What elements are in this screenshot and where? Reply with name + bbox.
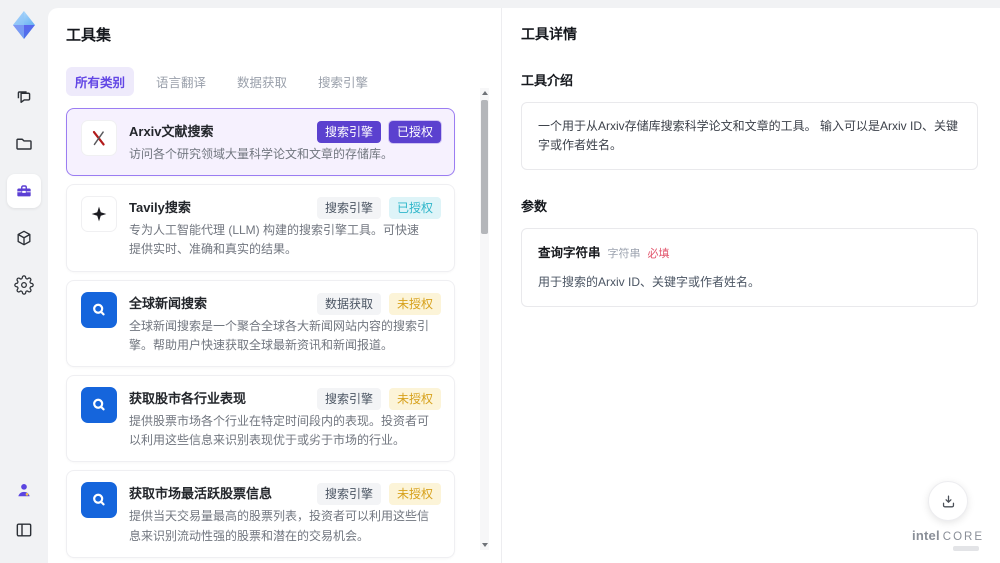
user-avatar-button[interactable] [7,473,41,507]
main-content: 工具集 所有类别 语言翻译 数据获取 搜索引擎 Arxiv文献搜索 访问各个研究… [48,8,1000,563]
user-icon [17,484,30,497]
param-name: 查询字符串 [538,246,601,261]
tools-panel: 工具集 所有类别 语言翻译 数据获取 搜索引擎 Arxiv文献搜索 访问各个研究… [48,8,502,563]
arxiv-logo-icon [81,120,117,156]
cube-icon [17,230,31,246]
tab-data-acquisition[interactable]: 数据获取 [228,67,296,96]
tool-card-tavily[interactable]: Tavily搜索 专为人工智能代理 (LLM) 构建的搜索引擎工具。可快速提供实… [66,184,455,272]
tool-description: 全球新闻搜索是一个聚合全球各大新闻网站内容的搜索引擎。帮助用户快速获取全球最新资… [129,318,430,352]
intro-text: 一个用于从Arxiv存储库搜索科学论文和文章的工具。 输入可以是Arxiv ID… [538,119,959,153]
nav-chat-button[interactable] [7,80,41,114]
toolbox-icon [16,185,31,197]
intro-heading: 工具介绍 [521,73,574,88]
folder-icon [15,138,32,150]
tool-description: 访问各个研究领域大量科学论文和文章的存储库。 [129,147,394,161]
collapse-sidebar-button[interactable] [7,513,41,547]
scrollbar-thumb[interactable] [481,100,488,234]
brand-sub-badge [953,546,980,551]
category-badge: 数据获取 [316,292,381,315]
download-icon [942,495,954,507]
tool-description: 专为人工智能代理 (LLM) 构建的搜索引擎工具。可快速提供实时、准确和真实的结… [129,223,420,257]
tab-all-categories[interactable]: 所有类别 [66,67,135,96]
scrollbar-track[interactable] [480,98,489,540]
nav-models-button[interactable] [7,221,41,255]
tool-description: 提供股票市场各个行业在特定时间段内的表现。投资者可以利用这些信息来识别表现优于或… [129,413,430,448]
tavily-star-icon [81,196,117,233]
tool-card-sector-performance[interactable]: 获取股市各行业表现 提供股票市场各个行业在特定时间段内的表现。投资者可以利用这些… [66,374,455,463]
tool-list: Arxiv文献搜索 访问各个研究领域大量科学论文和文章的存储库。 搜索引擎 已授… [66,108,483,563]
nav-settings-button[interactable] [7,268,41,302]
download-button[interactable] [928,481,969,521]
tool-card-arxiv[interactable]: Arxiv文献搜索 访问各个研究领域大量科学论文和文章的存储库。 搜索引擎 已授… [66,108,455,177]
tool-card-most-active-stocks[interactable]: 获取市场最活跃股票信息 提供当天交易量最高的股票列表，投资者可以利用这些信息来识… [66,470,455,558]
chat-icon [17,91,30,103]
brand-secondary: CORE [942,531,984,543]
tool-details-panel: 工具详情 工具介绍 一个用于从Arxiv存储库搜索科学论文和文章的工具。 输入可… [502,8,1000,563]
app-logo-icon[interactable] [7,8,41,42]
tool-list-scrollbar[interactable] [480,88,489,550]
search-app-icon [81,482,117,519]
gear-icon [13,275,34,295]
auth-status-badge: 未授权 [388,387,441,410]
category-badge: 搜索引擎 [316,483,381,506]
tab-language-translation[interactable]: 语言翻译 [147,67,215,96]
param-box: 查询字符串 字符串 必填 用于搜索的Arxiv ID、关键字或作者姓名。 [521,228,978,308]
category-tabs: 所有类别 语言翻译 数据获取 搜索引擎 [66,67,483,96]
brand-primary: intel [912,528,940,543]
intro-box: 一个用于从Arxiv存储库搜索科学论文和文章的工具。 输入可以是Arxiv ID… [521,102,978,171]
app-rail [0,0,47,563]
tool-description: 提供当天交易量最高的股票列表，投资者可以利用这些信息来识别流动性强的股票和潜在的… [129,509,430,543]
param-description: 用于搜索的Arxiv ID、关键字或作者姓名。 [538,274,761,289]
tools-panel-title: 工具集 [66,27,112,44]
auth-status-badge: 已授权 [388,197,441,220]
tab-search-engine[interactable]: 搜索引擎 [309,67,377,96]
auth-status-badge: 已授权 [388,121,441,143]
scroll-down-arrow[interactable] [480,540,489,550]
nav-tools-button[interactable] [6,174,41,208]
category-badge: 搜索引擎 [316,197,381,220]
intel-core-logo: intel CORE [912,528,984,543]
param-type: 字符串 [607,248,641,261]
tool-card-global-news[interactable]: 全球新闻搜索 全球新闻搜索是一个聚合全球各大新闻网站内容的搜索引擎。帮助用户快速… [66,279,455,367]
category-badge: 搜索引擎 [316,121,381,143]
auth-status-badge: 未授权 [388,292,441,315]
search-app-icon [81,386,117,423]
search-app-icon [81,291,117,328]
param-required-badge: 必填 [647,248,670,261]
params-heading: 参数 [521,199,548,215]
scroll-up-arrow[interactable] [480,88,489,98]
auth-status-badge: 未授权 [388,483,441,506]
details-title: 工具详情 [521,26,577,42]
panel-layout-icon [16,523,31,537]
corner-widgets: intel CORE [912,481,984,551]
nav-files-button[interactable] [7,127,41,161]
category-badge: 搜索引擎 [316,387,381,410]
